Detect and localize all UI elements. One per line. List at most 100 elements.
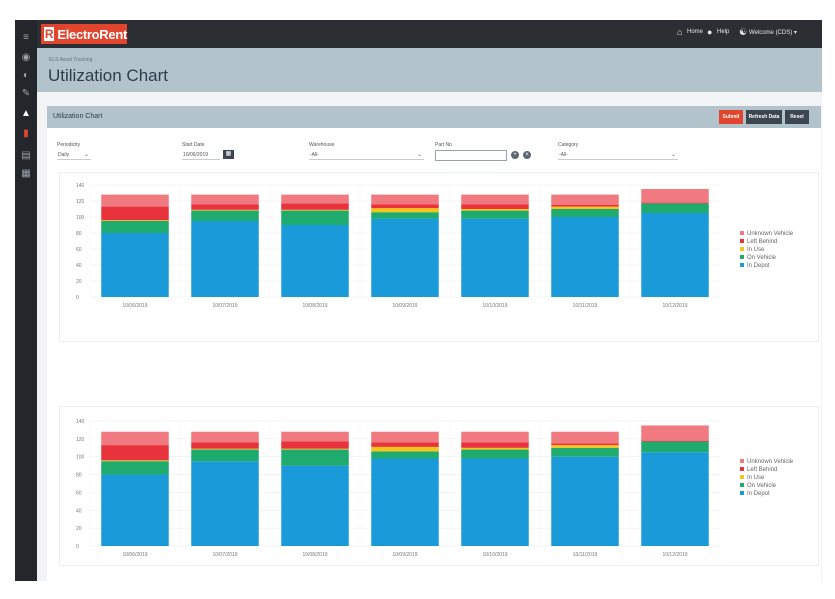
x-tick-label: 10/11/2019 (573, 552, 598, 558)
bar-left-behind (551, 205, 619, 207)
y-tick-label: 20 (76, 526, 82, 532)
bar-left-behind (641, 202, 709, 204)
utilization-panel: Utilization Chart Submit Refresh Data Re… (47, 106, 821, 581)
bar-in-depot (371, 218, 439, 297)
bar-left-behind (101, 206, 169, 221)
bar-on-vehicle (641, 441, 709, 453)
reports-icon[interactable]: ▤ (19, 150, 33, 162)
y-tick-label: 100 (76, 455, 85, 461)
legend-label: In Depot (747, 263, 770, 269)
legend-label: In Depot (747, 491, 770, 497)
bar-in-depot (551, 217, 619, 297)
y-tick-label: 80 (76, 231, 82, 237)
y-tick-label: 80 (76, 473, 82, 479)
tools-icon[interactable]: ✎ (19, 88, 33, 100)
left-sidebar: ≡ ◉ ◐ ✎ ▲ ▮ ▤ ▦ (15, 20, 37, 581)
y-tick-label: 120 (76, 437, 85, 443)
chart-icon[interactable]: ▮ (19, 128, 33, 140)
welcome-user-menu[interactable]: Welcome (CDS) ▾ (749, 29, 797, 36)
bar-unknown-vehicle (371, 431, 439, 443)
start-date-input[interactable]: 10/06/2019 (182, 150, 220, 160)
part-no-label: Part No (435, 142, 452, 148)
x-tick-label: 10/10/2019 (482, 303, 507, 309)
search-icon[interactable]: + (511, 151, 519, 159)
bar-unknown-vehicle (641, 189, 709, 203)
home-link[interactable]: Home (687, 29, 703, 35)
bar-in-use (551, 206, 619, 209)
x-tick-label: 10/07/2019 (212, 303, 237, 309)
grid-icon[interactable]: ▦ (19, 168, 33, 180)
bar-in-use (461, 447, 529, 450)
bar-on-vehicle (461, 449, 529, 459)
bar-in-use (191, 209, 259, 211)
x-tick-label: 10/06/2019 (122, 303, 147, 309)
bar-unknown-vehicle (461, 194, 529, 205)
bar-in-depot (641, 213, 709, 297)
home-icon[interactable]: ⌂ (677, 27, 682, 37)
periodicity-label: Periodicity (57, 142, 81, 148)
bar-in-use (281, 209, 349, 211)
legend-label: In Use (747, 475, 765, 481)
start-date-value: 10/06/2019 (183, 152, 209, 158)
refresh-data-button[interactable]: Refresh Data (746, 110, 782, 124)
bar-in-depot (461, 458, 529, 546)
chevron-down-icon: ⌄ (83, 152, 89, 158)
gauge-icon[interactable]: ◐ (19, 70, 33, 82)
bar-left-behind (191, 204, 259, 210)
legend-swatch (740, 255, 744, 259)
warehouse-select[interactable]: -All- ⌄ (309, 150, 424, 160)
utilization-chart-top: 0 20 40 60 80 100 120 140 10/06/2019 10/07/2019 10… (59, 172, 819, 342)
y-tick-label: 120 (76, 199, 85, 205)
breadcrumb[interactable]: ELS Asset Tracking (49, 57, 92, 63)
chart-canvas: 0 20 40 60 80 100 120 140 10/06/2019 10/07/2019 10… (76, 419, 794, 558)
legend-swatch (740, 475, 744, 479)
start-date-label: Start Date (182, 142, 205, 148)
bar-on-vehicle (281, 449, 349, 466)
brand-logo[interactable]: R ElectroRent (41, 24, 127, 44)
y-tick-label: 60 (76, 490, 82, 496)
clear-icon[interactable]: × (523, 151, 531, 159)
bar-on-vehicle (551, 209, 619, 217)
bar-in-depot (461, 218, 529, 297)
menu-icon[interactable]: ≡ (19, 32, 33, 44)
x-tick-label: 10/10/2019 (482, 552, 507, 558)
legend-swatch (740, 483, 744, 487)
bar-unknown-vehicle (281, 431, 349, 442)
warehouse-label: Warehouse (309, 142, 335, 148)
y-tick-label: 0 (76, 295, 79, 301)
bezel-bottom (0, 581, 835, 599)
help-link[interactable]: Help (717, 29, 729, 35)
alert-icon[interactable]: ▲ (19, 108, 33, 120)
main-content: Utilization Chart Submit Refresh Data Re… (37, 92, 823, 581)
submit-button[interactable]: Submit (719, 110, 743, 124)
bar-in-depot (281, 465, 349, 546)
bar-on-vehicle (191, 210, 259, 221)
logo-text: ElectroRent (57, 26, 127, 42)
bar-unknown-vehicle (191, 431, 259, 443)
periodicity-select[interactable]: Daily ⌄ (57, 150, 91, 160)
legend-swatch (740, 263, 744, 267)
bar-left-behind (461, 204, 529, 209)
logo-mark-icon: R (44, 27, 55, 41)
bar-in-depot (371, 458, 439, 546)
page-header: ELS Asset Tracking Utilization Chart (37, 48, 823, 92)
bar-on-vehicle (641, 203, 709, 213)
legend-label: On Vehicle (747, 255, 777, 261)
x-tick-label: 10/12/2019 (662, 303, 687, 309)
help-icon[interactable]: ● (707, 27, 712, 37)
legend-swatch (740, 491, 744, 495)
legend-swatch (740, 467, 744, 471)
bar-unknown-vehicle (371, 194, 439, 205)
dashboard-icon[interactable]: ◉ (19, 52, 33, 64)
part-no-input[interactable] (435, 150, 507, 161)
y-tick-label: 100 (76, 215, 85, 221)
calendar-icon[interactable]: ▦ (223, 150, 234, 159)
chart-canvas: 0 20 40 60 80 100 120 140 10/06/2019 10/07/2019 10… (76, 183, 794, 309)
user-icon[interactable]: ☯ (739, 27, 747, 38)
bar-in-depot (191, 221, 259, 297)
reset-button[interactable]: Reset (785, 110, 809, 124)
category-select[interactable]: -All- ⌄ (558, 150, 678, 160)
chevron-down-icon: ⌄ (670, 152, 676, 158)
y-tick-label: 40 (76, 263, 82, 269)
bar-on-vehicle (191, 449, 259, 462)
